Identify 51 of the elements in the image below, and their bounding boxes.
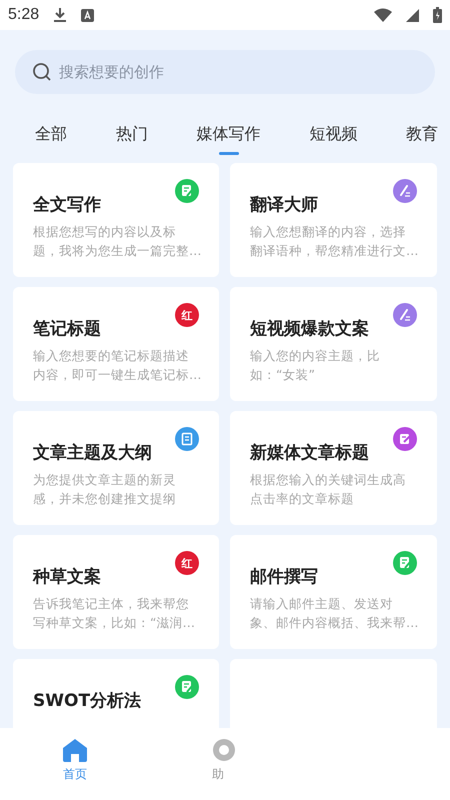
- card-description: 输入您想要的笔记标题描述: [33, 347, 189, 365]
- tool-card[interactable]: 红 笔记标题 输入您想要的笔记标题描述 内容，即可一键生成笔记标…: [13, 287, 219, 401]
- card-description: 翻译语种，帮您精准进行文…: [250, 242, 418, 260]
- wifi-icon: [374, 8, 392, 22]
- card-title: 短视频爆款文案: [250, 318, 370, 340]
- search-icon: [32, 62, 52, 82]
- category-tab[interactable]: 全部: [35, 122, 67, 153]
- card-description: 题，我将为您生成一篇完整…: [33, 242, 202, 260]
- search-field[interactable]: 搜索想要的创作: [15, 50, 435, 94]
- card-description: 内容，即可一键生成笔记标…: [33, 366, 202, 384]
- card-title: 新媒体文章标题: [250, 442, 370, 464]
- tool-card[interactable]: 新媒体文章标题 根据您输入的关键词生成高 点击率的文章标题: [230, 411, 437, 525]
- assistant-icon: [212, 738, 236, 762]
- signal-icon: [406, 8, 419, 22]
- tool-card[interactable]: 全文写作 根据您想写的内容以及标 题，我将为您生成一篇完整…: [13, 163, 219, 277]
- card-title: SWOT分析法: [33, 690, 142, 712]
- badge-icon: 红: [175, 303, 199, 327]
- card-description: 象、邮件内容概括、我来帮…: [250, 614, 418, 632]
- card-description: 根据您想写的内容以及标: [33, 223, 176, 241]
- download-icon: [53, 7, 68, 23]
- badge-icon: 红: [175, 551, 199, 575]
- card-title: 笔记标题: [33, 318, 102, 340]
- card-title: 种草文案: [33, 566, 102, 588]
- category-tab[interactable]: 教育: [406, 122, 438, 153]
- card-title: 文章主题及大纲: [33, 442, 153, 464]
- card-title: 邮件撰写: [250, 566, 319, 588]
- card-description: 写种草文案，比如：“滋润…: [33, 614, 195, 632]
- card-description: 感，并未您创建推文提纲: [33, 490, 176, 508]
- tool-card[interactable]: SWOT分析法: [13, 659, 219, 728]
- card-description: 请输入邮件主题、发送对: [250, 595, 393, 613]
- card-description: 根据您输入的关键词生成高: [250, 471, 406, 489]
- battery-icon: [433, 7, 442, 23]
- category-tab[interactable]: 热门: [116, 122, 148, 153]
- card-description: 告诉我笔记主体，我来帮您: [33, 595, 189, 613]
- card-description: 如：“女装”: [250, 366, 315, 384]
- tool-card[interactable]: 短视频爆款文案 输入您的内容主题，比 如：“女装”: [230, 287, 437, 401]
- tool-card[interactable]: 文章主题及大纲 为您提供文章主题的新灵 感，并未您创建推文提纲: [13, 411, 219, 525]
- tool-card[interactable]: 红 种草文案 告诉我笔记主体，我来帮您 写种草文案，比如：“滋润…: [13, 535, 219, 649]
- card-description: 点击率的文章标题: [250, 490, 354, 508]
- tool-card[interactable]: 翻译大师 输入您想翻译的内容，选择 翻译语种，帮您精准进行文…: [230, 163, 437, 277]
- home-icon: [62, 738, 88, 762]
- category-tab[interactable]: 短视频: [309, 122, 358, 153]
- tool-card[interactable]: 邮件撰写 请输入邮件主题、发送对 象、邮件内容概括、我来帮…: [230, 535, 437, 649]
- category-tab[interactable]: 媒体写作: [196, 122, 260, 153]
- card-description: 输入您的内容主题，比: [250, 347, 380, 365]
- keyboard-icon: [81, 8, 94, 22]
- card-description: 为您提供文章主题的新灵: [33, 471, 176, 489]
- status-time: 5:28: [8, 6, 40, 24]
- card-title: 全文写作: [33, 194, 102, 216]
- card-title: 翻译大师: [250, 194, 319, 216]
- card-description: 输入您想翻译的内容，选择: [250, 223, 406, 241]
